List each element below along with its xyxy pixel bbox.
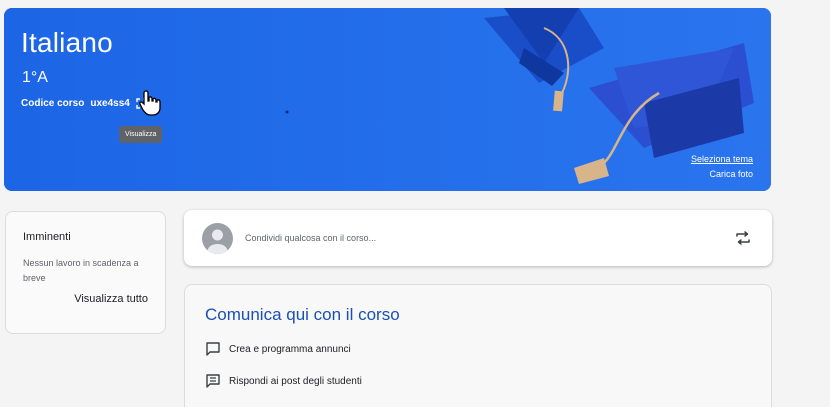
communicate-item-replies: Rispondi ai post degli studenti xyxy=(205,373,362,389)
course-code: Codice corso uxe4ss4 xyxy=(21,98,147,109)
banner-links: Seleziona tema Carica foto xyxy=(691,152,753,182)
avatar-icon xyxy=(202,223,233,254)
select-theme-link[interactable]: Seleziona tema xyxy=(691,152,753,167)
comment-list-icon xyxy=(206,374,220,388)
course-code-value: uxe4ss4 xyxy=(90,98,130,109)
classroom-stream-page: Italiano 1°A Codice corso uxe4ss4 Visual… xyxy=(0,0,830,407)
upload-photo-link[interactable]: Carica foto xyxy=(691,167,753,182)
hand-cursor-icon xyxy=(139,90,161,116)
tooltip: Visualizza xyxy=(119,126,163,143)
communicate-item-announcements: Crea e programma annunci xyxy=(205,341,351,357)
course-code-label: Codice corso xyxy=(21,98,85,109)
upcoming-card: Imminenti Nessun lavoro in scadenza a br… xyxy=(5,211,166,334)
communicate-item-label: Rispondi ai post degli studenti xyxy=(229,375,362,387)
communicate-item-label: Crea e programma annunci xyxy=(229,343,351,355)
share-placeholder[interactable]: Condividi qualcosa con il corso... xyxy=(245,233,376,243)
communicate-card: Comunica qui con il corso Crea e program… xyxy=(184,284,772,407)
communicate-title: Comunica qui con il corso xyxy=(205,305,400,324)
share-box[interactable]: Condividi qualcosa con il corso... xyxy=(184,210,772,266)
course-title: Italiano xyxy=(21,27,113,58)
chat-bubble-icon xyxy=(206,342,220,356)
upcoming-empty-text: Nessun lavoro in scadenza a breve xyxy=(23,258,139,283)
course-section: 1°A xyxy=(22,69,48,86)
repost-icon[interactable] xyxy=(734,229,752,247)
view-all-link[interactable]: Visualizza tutto xyxy=(23,293,148,305)
course-banner: Italiano 1°A Codice corso uxe4ss4 Visual… xyxy=(4,8,771,191)
upcoming-title: Imminenti xyxy=(23,231,71,243)
